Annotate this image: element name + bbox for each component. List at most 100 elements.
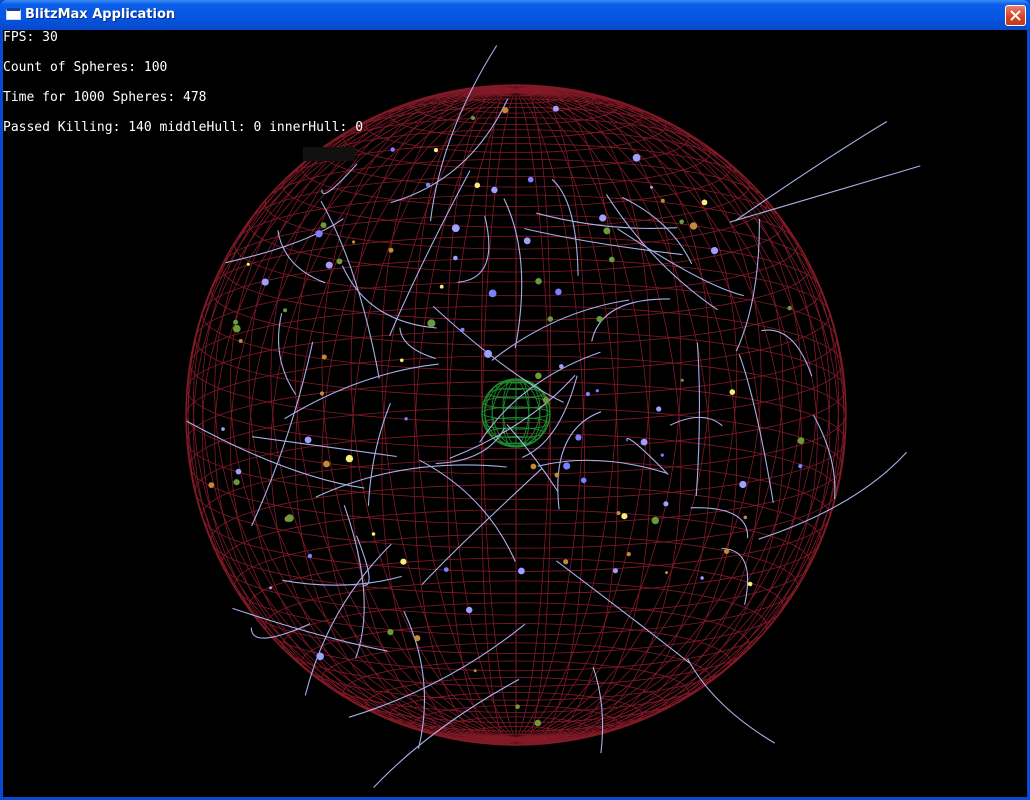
sphere-particle bbox=[269, 586, 273, 590]
sphere-particle bbox=[530, 463, 537, 470]
sphere-particle bbox=[345, 454, 354, 463]
sphere-particle bbox=[261, 278, 269, 286]
sphere-particle bbox=[559, 364, 564, 369]
sphere-particle bbox=[710, 247, 719, 255]
sphere-particle bbox=[238, 339, 243, 343]
sphere-particle bbox=[747, 581, 753, 587]
sphere-particle bbox=[316, 652, 325, 661]
sphere-particle bbox=[650, 185, 653, 189]
sphere-particle bbox=[563, 559, 569, 565]
close-icon bbox=[1010, 10, 1021, 21]
sphere-particle bbox=[679, 219, 684, 225]
sphere-particle bbox=[535, 372, 542, 380]
sphere-particle bbox=[246, 262, 250, 266]
text-artifact bbox=[303, 147, 355, 161]
sphere-particle bbox=[515, 704, 520, 709]
sphere-particle bbox=[596, 316, 603, 323]
sphere-trails bbox=[186, 45, 921, 788]
killing-readout: Passed Killing: 140 middleHull: 0 innerH… bbox=[3, 120, 364, 135]
app-window: BlitzMax Application FPS: 30 Count of Sp… bbox=[0, 0, 1030, 800]
sphere-particle bbox=[319, 391, 325, 396]
sphere-particle bbox=[612, 568, 619, 574]
sphere-particle bbox=[488, 289, 497, 298]
render-canvas[interactable]: FPS: 30 Count of Spheres: 100 Time for 1… bbox=[3, 30, 1027, 797]
sphere-particle bbox=[433, 148, 439, 153]
sphere-particle bbox=[527, 176, 534, 183]
sphere-particle bbox=[304, 436, 312, 444]
sphere-particle bbox=[443, 567, 449, 572]
sphere-particle bbox=[221, 427, 225, 431]
close-button[interactable] bbox=[1005, 5, 1026, 26]
sphere-particle bbox=[474, 182, 481, 189]
sphere-particle bbox=[724, 548, 730, 554]
sphere-particle bbox=[663, 501, 669, 507]
app-window-icon bbox=[6, 8, 21, 20]
sphere-particle bbox=[798, 464, 803, 469]
sphere-trail bbox=[537, 459, 668, 474]
sphere-count-readout: Count of Spheres: 100 bbox=[3, 60, 168, 75]
sphere-particle bbox=[320, 222, 327, 229]
sphere-particle bbox=[233, 319, 239, 325]
sphere-particle bbox=[502, 107, 509, 114]
sphere-trail bbox=[729, 165, 921, 223]
sphere-particle bbox=[523, 237, 531, 245]
sphere-particle bbox=[689, 222, 698, 230]
sphere-trail bbox=[503, 198, 523, 349]
sphere-trail bbox=[315, 464, 507, 498]
sphere-particle bbox=[325, 261, 333, 269]
sphere-particle bbox=[390, 147, 395, 152]
sphere-particle bbox=[388, 247, 394, 253]
sphere-particle bbox=[535, 278, 542, 285]
sphere-particle bbox=[563, 462, 571, 470]
sphere-particle bbox=[404, 417, 408, 421]
sphere-particle bbox=[491, 186, 498, 194]
sphere-particle bbox=[451, 224, 460, 233]
sphere-particle bbox=[729, 389, 736, 395]
window-title: BlitzMax Application bbox=[25, 7, 176, 22]
sphere-particle bbox=[283, 308, 288, 313]
sphere-particle bbox=[547, 316, 554, 322]
sphere-particle bbox=[439, 284, 444, 289]
sphere-particle bbox=[471, 116, 475, 120]
sphere-particle bbox=[599, 214, 607, 222]
sphere-particle bbox=[466, 606, 473, 614]
sphere-particle bbox=[616, 511, 621, 516]
sphere-particle bbox=[233, 479, 240, 486]
sphere-particle bbox=[580, 477, 587, 484]
sphere-particle bbox=[323, 460, 330, 468]
sphere-particle bbox=[552, 105, 559, 112]
sphere-particle bbox=[665, 571, 668, 575]
sphere-particle bbox=[208, 482, 215, 488]
sphere-particle bbox=[371, 532, 376, 536]
sphere-particle bbox=[608, 256, 615, 263]
sphere-particle bbox=[484, 349, 493, 358]
title-bar[interactable]: BlitzMax Application bbox=[0, 0, 1030, 30]
sphere-particle bbox=[315, 230, 323, 238]
sphere-particle bbox=[235, 468, 242, 475]
sphere-particle bbox=[427, 319, 436, 328]
fps-readout: FPS: 30 bbox=[3, 30, 58, 45]
sphere-particle bbox=[352, 240, 356, 244]
sphere-particle bbox=[460, 327, 465, 332]
sphere-particle bbox=[739, 480, 747, 489]
sphere-particle bbox=[660, 453, 664, 457]
sphere-particle bbox=[400, 358, 404, 363]
sphere-particle bbox=[387, 629, 394, 636]
sphere-particle bbox=[656, 406, 662, 412]
sphere-particle bbox=[626, 552, 631, 557]
sphere-particle bbox=[575, 434, 582, 441]
timing-readout: Time for 1000 Spheres: 478 bbox=[3, 90, 207, 105]
sphere-scene bbox=[185, 45, 921, 788]
sphere-particle bbox=[473, 669, 477, 673]
sphere-particle bbox=[787, 305, 792, 311]
sphere-particle bbox=[680, 378, 684, 382]
sphere-particle bbox=[632, 153, 641, 162]
sphere-trail bbox=[734, 121, 888, 222]
sphere-particle bbox=[400, 558, 407, 565]
sphere-particle bbox=[595, 389, 599, 393]
sphere-particle bbox=[307, 553, 313, 559]
sphere-trail bbox=[186, 420, 365, 489]
sphere-particle bbox=[651, 516, 659, 525]
sphere-particle bbox=[700, 576, 704, 580]
sphere-particle bbox=[743, 515, 748, 520]
